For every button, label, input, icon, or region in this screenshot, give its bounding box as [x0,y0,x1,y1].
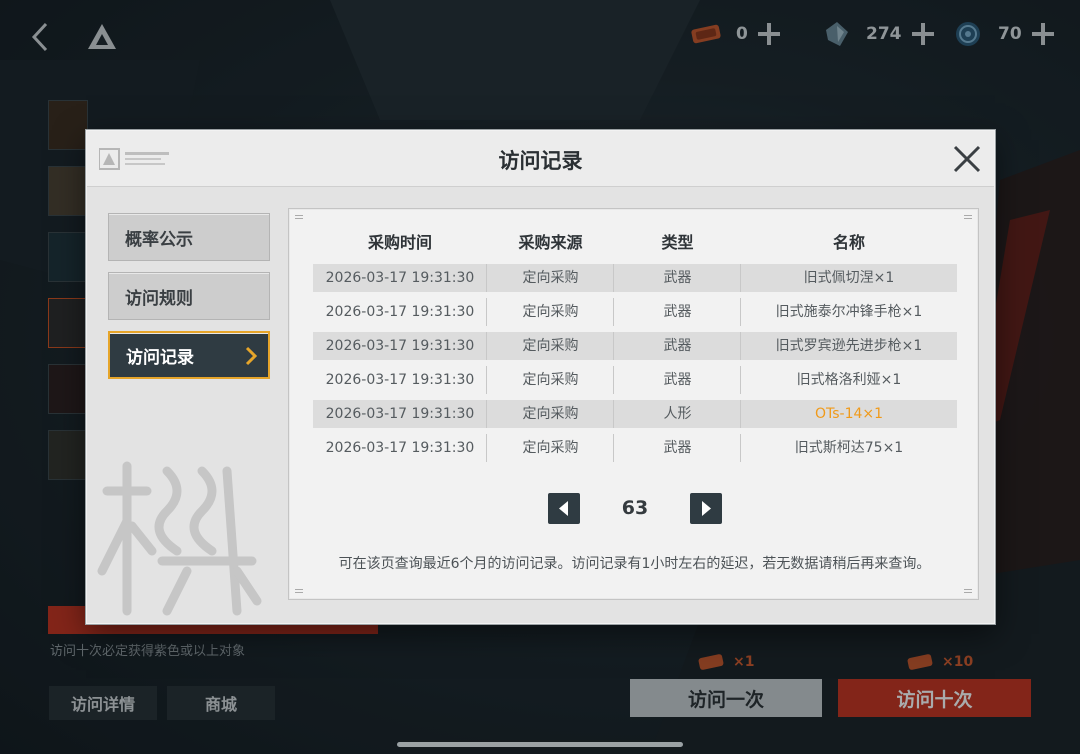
table-row: 2026-03-17 19:31:30 定向采购 武器 旧式罗宾逊先进步枪×1 [313,332,957,360]
corner-mark [295,589,303,593]
cell-time: 2026-03-17 19:31:30 [313,298,487,326]
cell-time: 2026-03-17 19:31:30 [313,434,487,462]
dialog-header: 访问记录 [87,131,994,187]
nav-rules[interactable]: 访问规则 [108,272,270,320]
cell-source: 定向采购 [487,298,614,326]
close-icon [953,145,981,173]
table-header: 采购时间 采购来源 类型 名称 [313,229,957,255]
triangle-left-icon [559,501,568,516]
header-type: 类型 [661,233,694,252]
table-row: 2026-03-17 19:31:30 定向采购 武器 旧式斯柯达75×1 [313,434,957,462]
records-note: 可在该页查询最近6个月的访问记录。访问记录有1小时左右的延迟，若无数据请稍后再来… [338,556,931,572]
nav-records[interactable]: 访问记录 [108,331,270,379]
cell-time: 2026-03-17 19:31:30 [313,366,487,394]
cell-source: 定向采购 [487,366,614,394]
cell-type: 武器 [614,366,741,394]
home-indicator[interactable] [397,742,683,747]
nav-label: 访问记录 [126,347,194,368]
cell-time: 2026-03-17 19:31:30 [313,264,487,292]
cell-type: 武器 [614,434,741,462]
cell-source: 定向采购 [487,434,614,462]
table-row: 2026-03-17 19:31:30 定向采购 人形 OTs-14×1 [313,400,957,428]
cell-source: 定向采购 [487,332,614,360]
header-time: 采购时间 [367,233,432,252]
nav-label: 访问规则 [125,288,193,309]
cell-name: OTs-14×1 [814,406,884,422]
next-page-button[interactable] [690,493,722,524]
cell-name: 旧式佩切涅×1 [803,270,895,286]
table-row: 2026-03-17 19:31:30 定向采购 武器 旧式佩切涅×1 [313,264,957,292]
cell-source: 定向采购 [487,400,614,428]
watermark-kanji [97,461,262,616]
cell-name: 旧式罗宾逊先进步枪×1 [775,338,923,354]
record-dialog: 访问记录 概率公示 访问规则 访问记录 采购时间 采购来源 类型 名称 2026… [86,130,995,624]
cell-type: 武器 [614,332,741,360]
corner-mark [964,215,972,219]
header-source: 采购来源 [518,233,583,252]
cell-name: 旧式格洛利娅×1 [796,372,902,388]
cell-time: 2026-03-17 19:31:30 [313,332,487,360]
chevron-right-icon [245,346,258,366]
nav-label: 概率公示 [125,229,193,250]
nav-probability[interactable]: 概率公示 [108,213,270,261]
cell-name: 旧式施泰尔冲锋手枪×1 [775,304,923,320]
table-row: 2026-03-17 19:31:30 定向采购 武器 旧式施泰尔冲锋手枪×1 [313,298,957,326]
triangle-right-icon [702,501,711,516]
corner-mark [295,215,303,219]
close-button[interactable] [951,143,983,175]
page-number: 63 [621,497,649,519]
prev-page-button[interactable] [548,493,580,524]
dialog-side-nav: 概率公示 访问规则 访问记录 [108,213,270,390]
cell-type: 人形 [614,400,741,428]
header-name: 名称 [832,233,865,252]
cell-source: 定向采购 [487,264,614,292]
cell-time: 2026-03-17 19:31:30 [313,400,487,428]
cell-name: 旧式斯柯达75×1 [794,440,904,456]
cell-type: 武器 [614,264,741,292]
records-panel: 采购时间 采购来源 类型 名称 2026-03-17 19:31:30 定向采购武… [288,208,979,600]
dialog-title: 访问记录 [498,149,583,173]
pagination: 63 [548,493,722,525]
table-row: 2026-03-17 19:31:30 定向采购 武器 旧式格洛利娅×1 [313,366,957,394]
records-table: 2026-03-17 19:31:30 定向采购 武器 旧式佩切涅×1 2026-03-… [313,264,957,468]
cell-type: 武器 [614,298,741,326]
corner-mark [964,589,972,593]
